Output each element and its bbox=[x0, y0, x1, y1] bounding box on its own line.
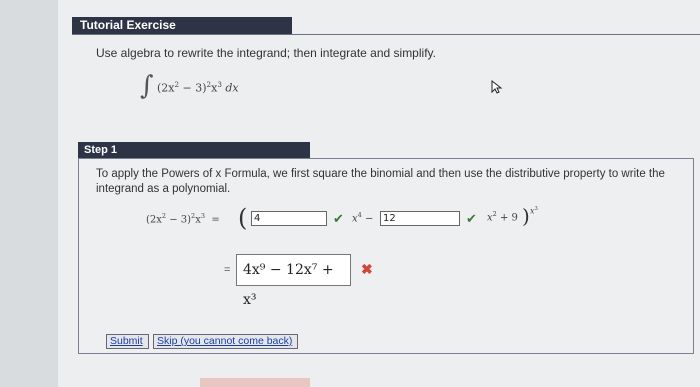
equation-lhs: (2x2 − 3)2x3 = bbox=[146, 212, 220, 226]
integrand-expression: (2x2 − 3)2x3 dx bbox=[157, 80, 239, 95]
tutorial-header: Tutorial Exercise bbox=[72, 17, 292, 34]
check-icon: ✔ bbox=[466, 211, 477, 226]
problem-instruction: Use algebra to rewrite the integrand; th… bbox=[96, 46, 436, 60]
x2-plus-9-term: x2 + 9 bbox=[487, 210, 518, 224]
x4-term: x4 − bbox=[352, 211, 374, 225]
step-title: Step 1 bbox=[78, 142, 310, 158]
polynomial-answer-field[interactable]: 4x⁹ − 12x⁷ + x³ bbox=[236, 254, 351, 308]
header-rule bbox=[72, 34, 700, 35]
submit-button[interactable]: Submit bbox=[106, 334, 149, 349]
pointer-cursor-icon bbox=[491, 80, 503, 94]
check-icon: ✔ bbox=[333, 211, 344, 226]
coefficient-input-2[interactable]: 12 bbox=[380, 211, 460, 226]
step-instruction: To apply the Powers of x Formula, we fir… bbox=[96, 168, 665, 195]
skip-button[interactable]: Skip (you cannot come back) bbox=[153, 334, 298, 349]
coefficient-input-1[interactable]: 4 bbox=[251, 211, 327, 226]
bottom-strip bbox=[200, 378, 310, 387]
x-mark-icon: ✖ bbox=[361, 261, 373, 277]
close-paren: ) bbox=[522, 204, 530, 228]
open-paren: ( bbox=[238, 204, 248, 232]
integral-symbol: ∫ bbox=[140, 71, 154, 101]
equals-sign: = bbox=[224, 264, 231, 276]
x3-factor: x3 bbox=[530, 206, 538, 216]
